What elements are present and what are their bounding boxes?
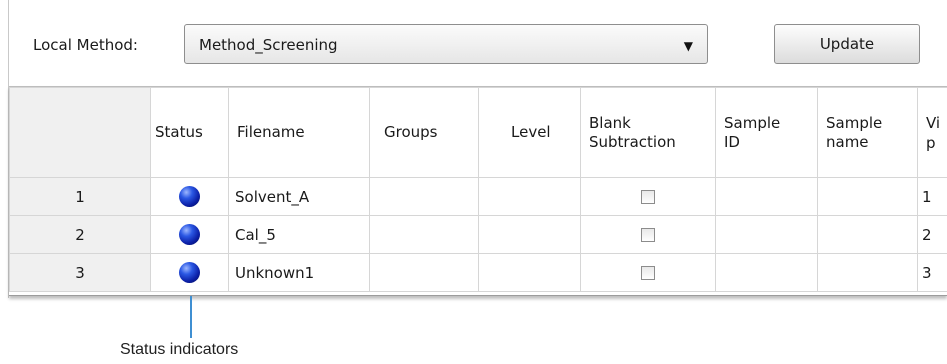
status-indicator-icon [179,186,200,207]
update-button[interactable]: Update [774,24,920,64]
column-header-status[interactable]: Status [150,87,229,178]
dropdown-arrow-icon[interactable]: ▼ [684,39,693,53]
level-cell[interactable] [478,253,581,292]
callout-line [190,296,192,338]
filename-cell[interactable]: Solvent_A [228,177,370,216]
column-header-level[interactable]: Level [478,87,581,178]
groups-cell[interactable] [369,177,479,216]
groups-cell[interactable] [369,253,479,292]
sample-name-cell[interactable] [817,215,918,254]
status-indicator-icon [179,262,200,283]
filename-cell[interactable]: Cal_5 [228,215,370,254]
level-cell[interactable] [478,177,581,216]
column-header-filename[interactable]: Filename [228,87,370,178]
row-number[interactable]: 1 [9,177,151,216]
sample-name-cell[interactable] [817,177,918,216]
column-header-sample-id[interactable]: Sample ID [715,87,818,178]
sample-name-cell[interactable] [817,253,918,292]
column-header-blank-subtraction[interactable]: Blank Subtraction [580,87,716,178]
table-row[interactable]: 3 Unknown1 3 [9,253,947,292]
groups-cell[interactable] [369,215,479,254]
blank-subtraction-checkbox[interactable] [641,190,655,204]
sample-id-cell[interactable] [715,253,818,292]
column-header-blank-subtraction-label: Blank Subtraction [589,113,676,151]
partial-column-cell[interactable]: 1 [917,177,947,216]
status-indicator-icon [179,224,200,245]
local-method-dropdown[interactable]: Method_Screening ▼ [184,24,708,64]
blank-subtraction-cell [580,253,716,292]
column-header-partial-label: Vi p [926,113,941,152]
column-header-sample-name-label: Sample name [826,113,883,151]
filename-cell[interactable]: Unknown1 [228,253,370,292]
status-cell[interactable] [150,253,229,292]
grid-header-row: Status Filename Groups Level Blank Subtr… [9,87,947,178]
blank-subtraction-checkbox[interactable] [641,228,655,242]
row-number[interactable]: 2 [9,215,151,254]
sample-grid: Status Filename Groups Level Blank Subtr… [9,86,947,296]
column-header-groups[interactable]: Groups [369,87,479,178]
partial-column-cell[interactable]: 3 [917,253,947,292]
grid-corner-cell[interactable] [9,87,151,178]
partial-column-cell[interactable]: 2 [917,215,947,254]
local-method-label: Local Method: [33,36,138,54]
callout-label: Status indicators [120,341,239,358]
status-cell[interactable] [150,215,229,254]
sample-id-cell[interactable] [715,215,818,254]
blank-subtraction-cell [580,177,716,216]
blank-subtraction-checkbox[interactable] [641,266,655,280]
status-cell[interactable] [150,177,229,216]
local-method-value: Method_Screening [199,36,338,54]
table-row[interactable]: 2 Cal_5 2 [9,215,947,254]
column-header-sample-name[interactable]: Sample name [817,87,918,178]
column-header-sample-id-label: Sample ID [724,113,781,151]
sample-id-cell[interactable] [715,177,818,216]
table-row[interactable]: 1 Solvent_A 1 [9,177,947,216]
blank-subtraction-cell [580,215,716,254]
level-cell[interactable] [478,215,581,254]
column-header-partial[interactable]: Vi p [917,87,947,178]
row-number[interactable]: 3 [9,253,151,292]
